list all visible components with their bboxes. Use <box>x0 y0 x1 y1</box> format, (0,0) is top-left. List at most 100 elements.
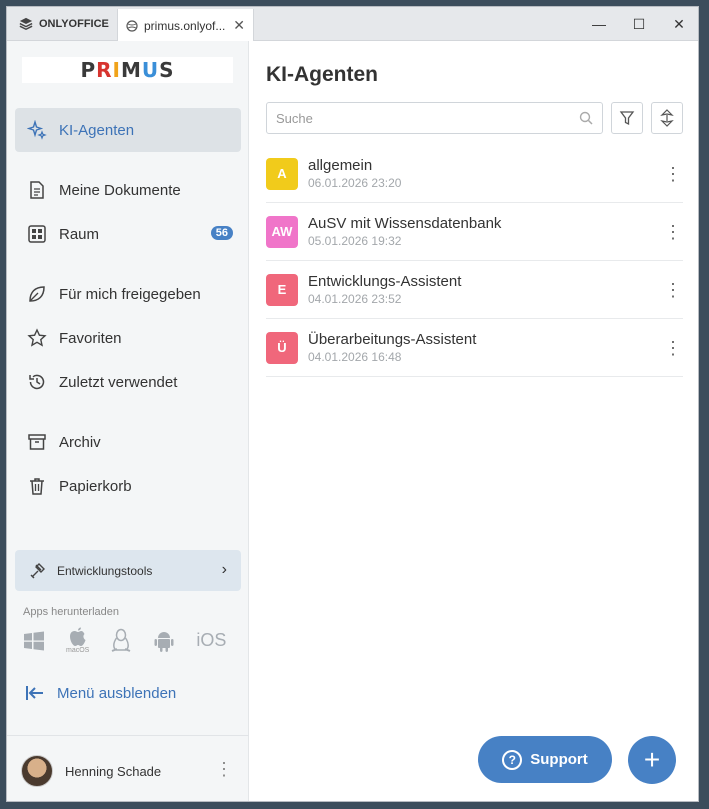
main-content: KI-Agenten Suche A allgemein 06.01.2026 … <box>249 41 698 801</box>
sidebar-item-favoriten[interactable]: Favoriten <box>15 316 241 360</box>
title-bar: ONLYOFFICE primus.onlyof... ✕ — ☐ ✕ <box>7 7 698 42</box>
apps-label: Apps herunterladen <box>23 606 120 618</box>
sparkle-icon <box>27 120 47 140</box>
sidebar-item-raum[interactable]: Raum 56 <box>15 212 241 256</box>
devtools-icon <box>30 562 45 578</box>
browser-tab[interactable]: primus.onlyof... ✕ <box>117 9 254 42</box>
hide-menu-button[interactable]: Menü ausblenden <box>25 684 176 702</box>
sidebar-item-zuletzt-verwendet[interactable]: Zuletzt verwendet <box>15 360 241 404</box>
sidebar-item-fuer-mich-freigegeben[interactable]: Für mich freigegeben <box>15 272 241 316</box>
trash-icon <box>30 478 44 495</box>
agent-date: 04.01.2026 23:52 <box>308 292 402 306</box>
support-button[interactable]: ? Support <box>478 736 612 783</box>
logo-letter: U <box>141 58 160 82</box>
sort-button[interactable] <box>651 102 683 134</box>
user-name: Henning Schade <box>65 763 162 779</box>
filter-button[interactable] <box>611 102 643 134</box>
list-item[interactable]: AW AuSV mit Wissensdatenbank 05.01.2026 … <box>266 203 683 261</box>
devtools-button[interactable]: Entwicklungstools › <box>15 550 241 591</box>
user-profile[interactable]: Henning Schade <box>21 755 161 787</box>
search-placeholder: Suche <box>276 110 313 126</box>
avatar <box>21 755 53 787</box>
tab-close-icon[interactable]: ✕ <box>233 17 245 34</box>
macos-label: macOS <box>66 647 90 654</box>
sort-icon <box>660 109 674 127</box>
list-item[interactable]: A allgemein 06.01.2026 23:20 ⋮ <box>266 145 683 203</box>
ios-label: iOS <box>196 630 227 650</box>
agent-name: Überarbeitungs-Assistent <box>308 331 477 348</box>
agent-name: allgemein <box>308 157 373 174</box>
logo-letter: M <box>120 58 142 82</box>
raum-count-badge: 56 <box>210 226 233 240</box>
help-icon: ? <box>502 749 523 770</box>
app-name: ONLYOFFICE <box>39 18 109 30</box>
sidebar-item-label: KI-Agenten <box>59 121 135 139</box>
onlyoffice-logo-icon <box>19 17 33 31</box>
filter-icon <box>619 111 635 126</box>
agent-list: A allgemein 06.01.2026 23:20 ⋮ AW AuSV m… <box>266 145 683 377</box>
devtools-label: Entwicklungstools <box>57 563 153 578</box>
globe-icon <box>126 19 138 32</box>
window-close-button[interactable]: ✕ <box>659 7 698 41</box>
sidebar-item-label: Raum <box>59 225 100 243</box>
agent-initials-icon: A <box>266 157 298 190</box>
star-icon <box>27 328 47 347</box>
logo-letter: P <box>80 58 97 82</box>
logo-letter: R <box>96 58 113 82</box>
agent-name: Entwicklungs-Assistent <box>308 273 462 290</box>
android-icon[interactable] <box>153 629 175 653</box>
sidebar-item-label: Meine Dokumente <box>59 181 181 199</box>
agent-name: AuSV mit Wissensdatenbank <box>308 215 502 232</box>
agent-date: 05.01.2026 19:32 <box>308 234 402 248</box>
app-window: ONLYOFFICE primus.onlyof... ✕ — ☐ ✕ PRIM… <box>6 6 699 802</box>
logo-letter: I <box>112 58 121 82</box>
linux-icon[interactable] <box>110 628 132 654</box>
search-icon <box>579 111 593 125</box>
sidebar-item-label: Favoriten <box>59 329 122 347</box>
list-item[interactable]: Ü Überarbeitungs-Assistent 04.01.2026 16… <box>266 319 683 377</box>
hide-menu-label: Menü ausblenden <box>57 684 177 702</box>
sidebar-item-label: Papierkorb <box>59 477 132 495</box>
sidebar-item-label: Zuletzt verwendet <box>59 373 178 391</box>
more-options-icon[interactable]: ⋮ <box>663 223 683 241</box>
sidebar-item-label: Archiv <box>59 433 101 451</box>
sidebar-separator <box>7 735 249 736</box>
support-label: Support <box>530 751 588 768</box>
sidebar-item-papierkorb[interactable]: Papierkorb <box>15 464 241 508</box>
history-icon <box>29 374 45 390</box>
tab-title: primus.onlyof... <box>144 18 226 33</box>
more-options-icon[interactable]: ⋮ <box>663 281 683 299</box>
search-input[interactable]: Suche <box>266 102 603 134</box>
add-button[interactable]: + <box>628 736 676 784</box>
shared-leaf-icon <box>29 286 45 302</box>
sidebar-item-label: Für mich freigegeben <box>59 285 201 303</box>
chevron-right-icon: › <box>221 561 227 578</box>
minimize-button[interactable]: — <box>579 7 619 41</box>
user-menu-icon[interactable]: ⋮ <box>215 759 233 780</box>
logo-letter: S <box>159 58 175 82</box>
app-tab[interactable]: ONLYOFFICE <box>7 7 117 41</box>
list-item[interactable]: E Entwicklungs-Assistent 04.01.2026 23:5… <box>266 261 683 319</box>
windows-icon[interactable] <box>23 630 45 652</box>
document-icon <box>30 181 44 199</box>
maximize-button[interactable]: ☐ <box>619 7 659 41</box>
sidebar-item-meine-dokumente[interactable]: Meine Dokumente <box>15 168 241 212</box>
primus-logo: PRIMUS <box>22 57 233 83</box>
agent-initials-icon: AW <box>266 215 298 248</box>
grid-icon <box>28 225 46 243</box>
page-title: KI-Agenten <box>266 63 378 86</box>
archive-icon <box>28 434 46 450</box>
agent-date: 06.01.2026 23:20 <box>308 176 402 190</box>
agent-date: 04.01.2026 16:48 <box>308 350 402 364</box>
apple-icon[interactable]: macOS <box>66 627 89 654</box>
sidebar: PRIMUS KI-Agenten Meine Dokumente Raum 5… <box>7 41 249 801</box>
agent-initials-icon: E <box>266 273 298 306</box>
apps-row: macOS iOS <box>23 627 226 654</box>
sidebar-item-ki-agenten[interactable]: KI-Agenten <box>15 108 241 152</box>
more-options-icon[interactable]: ⋮ <box>663 165 683 183</box>
collapse-left-icon <box>26 686 43 700</box>
more-options-icon[interactable]: ⋮ <box>663 339 683 357</box>
ios-icon[interactable]: iOS <box>196 630 226 651</box>
sidebar-item-archiv[interactable]: Archiv <box>15 420 241 464</box>
agent-initials-icon: Ü <box>266 331 298 364</box>
